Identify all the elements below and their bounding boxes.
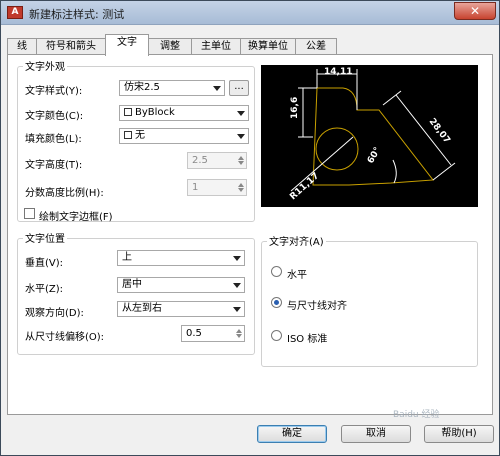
preview-dim-diagonal: 28,07 — [427, 117, 452, 146]
vertical-dropdown[interactable]: 上 — [117, 250, 245, 266]
offset-value: 0.5 — [186, 328, 202, 339]
text-placement-title: 文字位置 — [23, 230, 67, 245]
offset-spinner[interactable]: 0.5 — [181, 325, 245, 342]
horizontal-label: 水平(Z): — [25, 284, 64, 295]
text-color-value: ByBlock — [135, 107, 175, 118]
tab-tolerances[interactable]: 公差 — [295, 38, 337, 55]
tab-symbols-arrows[interactable]: 符号和箭头 — [36, 38, 106, 55]
horizontal-dropdown[interactable]: 居中 — [117, 277, 245, 293]
text-height-value: 2.5 — [192, 155, 208, 166]
text-height-label: 文字高度(T): — [25, 160, 83, 171]
chevron-down-icon — [237, 134, 245, 139]
watermark: Baidu 经验 — [393, 410, 440, 420]
help-button[interactable]: 帮助(H) — [424, 425, 494, 443]
align-with-dimline-label: 与尺寸线对齐 — [287, 301, 347, 312]
chevron-down-icon — [233, 283, 241, 288]
align-horizontal-radio[interactable] — [271, 266, 282, 277]
align-with-dimline-radio[interactable] — [271, 297, 282, 308]
spin-up-icon — [238, 183, 244, 187]
chevron-down-icon — [233, 307, 241, 312]
tab-text[interactable]: 文字 — [105, 34, 149, 56]
tab-alternate-units[interactable]: 换算单位 — [240, 38, 296, 55]
preview-drawing: 14,11 16,6 28,07 60° R11,17 — [288, 67, 456, 202]
horizontal-value: 居中 — [122, 279, 142, 290]
preview-geometry — [312, 87, 434, 186]
text-appearance-title: 文字外观 — [23, 58, 67, 73]
autocad-app-icon: A — [7, 6, 23, 19]
fraction-height-spinner[interactable]: 1 — [187, 179, 247, 196]
color-swatch-icon — [124, 131, 132, 139]
tab-lines[interactable]: 线 — [7, 38, 37, 55]
dialog-window: A 新建标注样式: 测试 ✕ 线 符号和箭头 文字 调整 主单位 换算单位 公差… — [0, 0, 500, 456]
ok-button[interactable]: 确定 — [257, 425, 327, 443]
spin-down-icon — [238, 188, 244, 192]
chevron-down-icon — [237, 111, 245, 116]
vertical-value: 上 — [122, 252, 132, 263]
text-alignment-title: 文字对齐(A) — [267, 233, 326, 248]
fill-color-dropdown[interactable]: 无 — [119, 128, 249, 144]
spin-up-icon — [236, 329, 242, 333]
preview-dim-left: 16,6 — [290, 97, 300, 119]
text-height-spinner[interactable]: 2.5 — [187, 152, 247, 169]
cancel-button[interactable]: 取消 — [341, 425, 411, 443]
fill-color-value: 无 — [135, 130, 145, 141]
spin-up-icon — [238, 156, 244, 160]
align-iso-label: ISO 标准 — [287, 334, 328, 345]
tab-primary-units[interactable]: 主单位 — [191, 38, 241, 55]
preview-dim-top: 14,11 — [324, 67, 352, 77]
vertical-label: 垂直(V): — [25, 258, 64, 269]
chevron-down-icon — [233, 256, 241, 261]
text-color-dropdown[interactable]: ByBlock — [119, 105, 249, 121]
dimension-preview: 14,11 16,6 28,07 60° R11,17 — [261, 65, 478, 207]
fill-color-label: 填充颜色(L): — [25, 134, 82, 145]
align-horizontal-label: 水平 — [287, 270, 307, 281]
draw-frame-label: 绘制文字边框(F) — [39, 212, 113, 223]
title-bar[interactable]: A 新建标注样式: 测试 ✕ — [1, 1, 499, 25]
text-style-label: 文字样式(Y): — [25, 86, 83, 97]
view-direction-dropdown[interactable]: 从左到右 — [117, 301, 245, 317]
text-style-dropdown[interactable]: 仿宋2.5 — [119, 80, 225, 96]
preview-dim-angle: 60° — [366, 146, 383, 166]
align-iso-radio[interactable] — [271, 330, 282, 341]
chevron-down-icon — [213, 86, 221, 91]
spin-down-icon — [236, 334, 242, 338]
close-button[interactable]: ✕ — [454, 2, 496, 20]
fraction-height-value: 1 — [192, 182, 199, 193]
fraction-height-label: 分数高度比例(H): — [25, 188, 104, 199]
text-color-label: 文字颜色(C): — [25, 111, 84, 122]
view-direction-value: 从左到右 — [122, 303, 162, 314]
view-direction-label: 观察方向(D): — [25, 308, 84, 319]
tab-fit[interactable]: 调整 — [148, 38, 192, 55]
offset-label: 从尺寸线偏移(O): — [25, 332, 105, 343]
window-title: 新建标注样式: 测试 — [29, 8, 125, 21]
text-style-browse-button[interactable]: ... — [229, 80, 249, 96]
draw-frame-checkbox[interactable] — [24, 208, 35, 219]
spin-down-icon — [238, 161, 244, 165]
preview-dim-radius: R11,17 — [288, 171, 321, 202]
text-style-value: 仿宋2.5 — [124, 82, 160, 93]
color-swatch-icon — [124, 108, 132, 116]
